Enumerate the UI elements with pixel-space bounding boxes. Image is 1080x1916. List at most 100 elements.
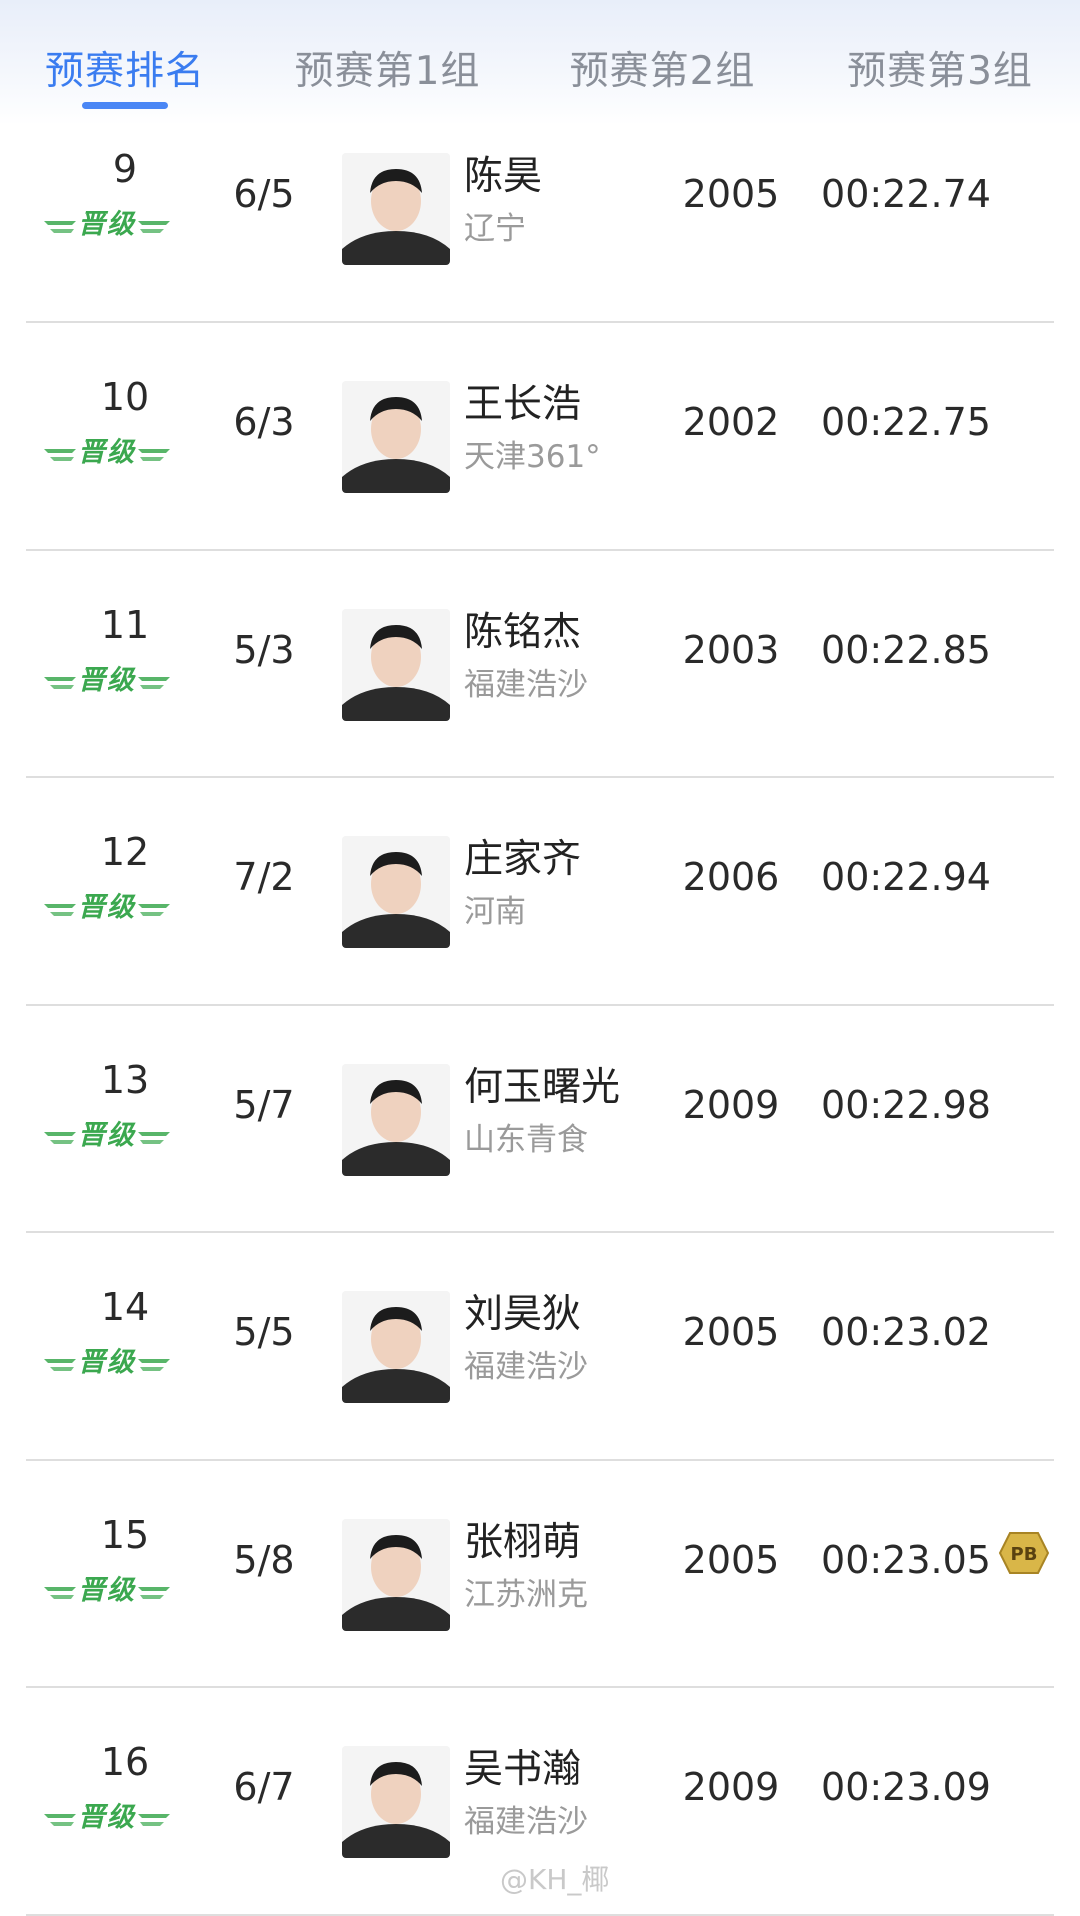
athlete-photo: [342, 1291, 450, 1403]
rank-number: 16: [100, 1740, 150, 1784]
qualified-label: 晋级: [78, 664, 136, 696]
athlete-name: 张栩萌: [464, 1519, 582, 1565]
athlete-avatar-icon: [342, 836, 450, 948]
athlete-photo: [342, 1063, 450, 1176]
heat-lane: 5/7: [233, 1082, 295, 1127]
qualified-badge: 晋级: [42, 207, 172, 243]
athlete-name: 王长浩: [464, 382, 582, 427]
tab-label: 预赛排名: [44, 49, 205, 94]
tab-label: 预赛第2组: [569, 49, 756, 94]
result-time: 00:22.74: [821, 172, 991, 216]
rank-number: 11: [100, 602, 150, 647]
qualified-label: 晋级: [78, 1119, 136, 1151]
result-time: 00:23.05: [821, 1537, 991, 1582]
heat-lane: 6/5: [233, 172, 295, 216]
qualified-label: 晋级: [78, 1802, 136, 1833]
tab-bar: 预赛排名 预赛第1组 预赛第2组 预赛第3组: [0, 0, 1080, 125]
result-row[interactable]: 11 晋级 5/3 陈铭杰 福建浩沙 2003 00:22.85: [26, 551, 1054, 778]
qualified-label: 晋级: [78, 1574, 136, 1606]
athlete-photo: [342, 608, 450, 721]
tab-prelim-ranking[interactable]: 预赛排名: [0, 0, 250, 125]
birth-year: 2009: [682, 1082, 780, 1127]
athlete-photo: [342, 153, 450, 265]
qualified-badge: 晋级: [42, 1118, 172, 1154]
result-time: 00:23.09: [821, 1765, 991, 1809]
athlete-team: 福建浩沙: [464, 1349, 588, 1385]
watermark-text: @KH_椰: [500, 1863, 610, 1896]
qualified-badge: 晋级: [42, 663, 172, 699]
qualified-badge: 晋级: [42, 1800, 172, 1836]
athlete-name: 陈昊: [464, 154, 543, 199]
pb-label: PB: [1011, 1544, 1038, 1565]
athlete-photo: [342, 381, 450, 493]
qualified-badge: 晋级: [42, 435, 172, 471]
result-row[interactable]: 12 晋级 7/2 庄家齐 河南 2006 00:22.94: [26, 778, 1054, 1006]
athlete-team: 江苏洲克: [464, 1576, 588, 1613]
tab-heat-1[interactable]: 预赛第1组: [250, 0, 525, 125]
result-row[interactable]: 15 晋级 5/8 张栩萌 江苏洲克 2005 00:23.05 PB: [26, 1461, 1054, 1688]
heat-lane: 6/3: [233, 400, 295, 444]
tab-heat-3[interactable]: 预赛第3组: [800, 0, 1080, 125]
athlete-team: 福建浩沙: [464, 1804, 588, 1840]
qualified-badge: 晋级: [42, 1573, 172, 1609]
birth-year: 2009: [682, 1765, 780, 1809]
result-time: 00:22.85: [821, 627, 991, 672]
athlete-avatar-icon: [342, 1291, 450, 1403]
qualified-badge: 晋级: [42, 890, 172, 926]
athlete-photo: [342, 836, 450, 948]
qualified-label: 晋级: [78, 209, 136, 240]
qualified-badge: 晋级: [42, 1345, 172, 1381]
active-tab-indicator: [82, 102, 168, 109]
athlete-team: 山东青食: [464, 1121, 588, 1158]
heat-lane: 6/7: [233, 1765, 295, 1809]
athlete-name: 陈铭杰: [464, 609, 582, 655]
rank-number: 13: [100, 1057, 150, 1102]
qualified-label: 晋级: [78, 437, 136, 468]
athlete-photo: [342, 1518, 450, 1631]
heat-lane: 5/8: [233, 1537, 295, 1582]
pb-badge-icon: PB: [998, 1531, 1050, 1574]
athlete-name: 庄家齐: [464, 837, 582, 882]
tab-label: 预赛第3组: [847, 49, 1033, 94]
athlete-avatar-icon: [342, 608, 450, 721]
rank-number: 10: [100, 375, 150, 419]
rank-number: 9: [112, 147, 138, 191]
birth-year: 2005: [682, 1310, 780, 1354]
birth-year: 2005: [682, 172, 780, 216]
birth-year: 2006: [682, 855, 780, 899]
result-time: 00:22.98: [821, 1082, 991, 1127]
birth-year: 2003: [682, 627, 780, 672]
athlete-name: 吴书瀚: [464, 1747, 582, 1792]
athlete-team: 辽宁: [464, 211, 526, 247]
tab-label: 预赛第1组: [294, 49, 481, 94]
result-row[interactable]: 9 晋级 6/5 陈昊 辽宁 2005 00:22.74: [26, 125, 1054, 323]
result-row[interactable]: 14 晋级 5/5 刘昊狄 福建浩沙 2005 00:23.02: [26, 1233, 1054, 1461]
athlete-team: 天津361°: [464, 439, 601, 475]
athlete-avatar-icon: [342, 1518, 450, 1631]
results-list: 9 晋级 6/5 陈昊 辽宁 2005 00:22.74 10 晋级 6/3 王…: [0, 125, 1080, 1916]
athlete-name: 刘昊狄: [464, 1292, 582, 1337]
athlete-avatar-icon: [342, 153, 450, 265]
heat-lane: 5/3: [233, 627, 295, 672]
qualified-label: 晋级: [78, 892, 136, 923]
tab-heat-2[interactable]: 预赛第2组: [525, 0, 800, 125]
rank-number: 15: [100, 1512, 150, 1557]
heat-lane: 5/5: [233, 1310, 295, 1354]
result-row[interactable]: 10 晋级 6/3 王长浩 天津361° 2002 00:22.75: [26, 323, 1054, 551]
birth-year: 2005: [682, 1537, 780, 1582]
athlete-avatar-icon: [342, 1063, 450, 1176]
athlete-avatar-icon: [342, 381, 450, 493]
rank-number: 12: [100, 830, 150, 874]
personal-best-badge: PB: [998, 1531, 1050, 1575]
athlete-name: 何玉曙光: [464, 1064, 621, 1110]
heat-lane: 7/2: [233, 855, 295, 899]
birth-year: 2002: [682, 400, 780, 444]
result-time: 00:22.75: [821, 400, 991, 444]
athlete-team: 河南: [464, 894, 526, 930]
qualified-label: 晋级: [78, 1347, 136, 1378]
result-row[interactable]: 13 晋级 5/7 何玉曙光 山东青食 2009 00:22.98: [26, 1006, 1054, 1233]
rank-number: 14: [100, 1285, 150, 1329]
result-time: 00:23.02: [821, 1310, 991, 1354]
athlete-photo: [342, 1746, 450, 1858]
athlete-avatar-icon: [342, 1746, 450, 1858]
